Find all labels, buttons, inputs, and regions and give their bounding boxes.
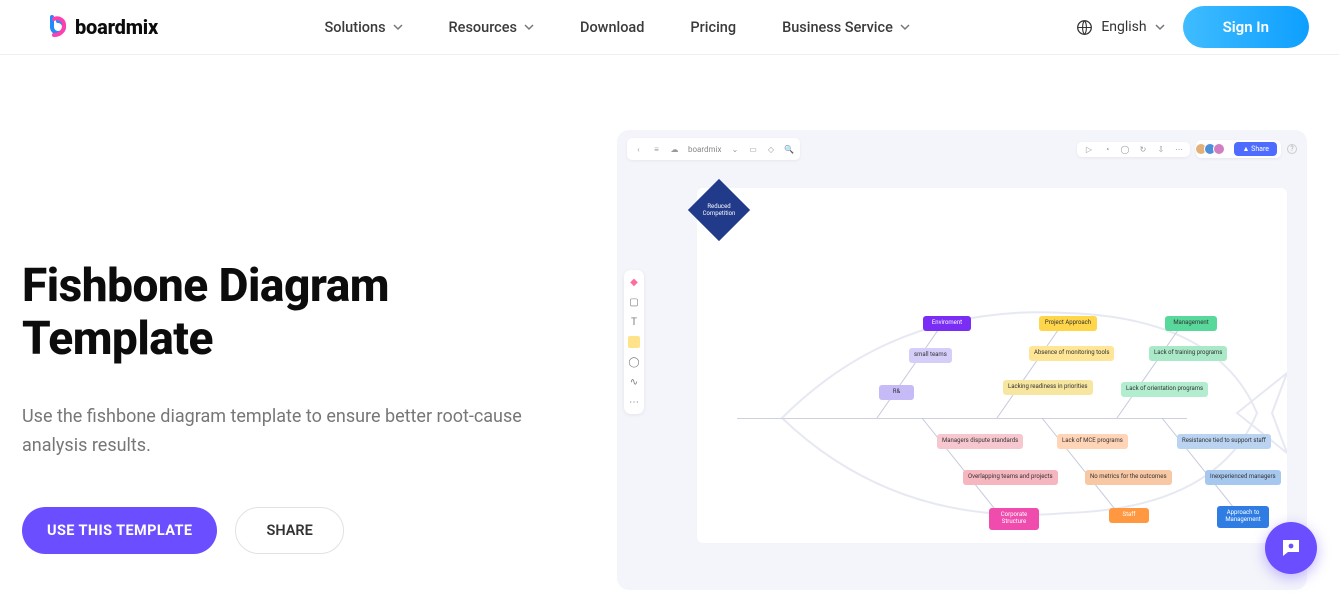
share-button[interactable]: SHARE	[235, 507, 343, 554]
language-selector[interactable]: English	[1076, 19, 1164, 36]
timer-icon[interactable]: ◔	[1102, 145, 1111, 154]
brand-name: boardmix	[75, 15, 158, 39]
signin-button[interactable]: Sign In	[1183, 6, 1309, 48]
header-right: English Sign In	[1076, 6, 1309, 48]
hero-section: Fishbone Diagram Template Use the fishbo…	[0, 55, 1339, 590]
nav-pricing-label: Pricing	[690, 19, 736, 36]
menu-icon[interactable]: ≡	[652, 145, 661, 154]
collaborator-avatars	[1198, 143, 1225, 155]
page-title: Fishbone Diagram Template	[22, 260, 577, 366]
fishbone-cause: R&	[879, 385, 914, 400]
template-preview: ‹ ≡ ☁ boardmix ⌄ ▭ ◇ 🔍 ▷ ◔ ◯ ↻ ⇩	[617, 130, 1307, 590]
text-tool-icon[interactable]: T	[628, 316, 640, 328]
fishbone-cause: Lacking readiness in priorities	[1003, 380, 1093, 395]
page-description: Use the fishbone diagram template to ens…	[22, 402, 577, 461]
fishbone-cause: Overlapping teams and projects	[963, 470, 1058, 485]
help-icon[interactable]: ?	[1287, 144, 1297, 154]
frame-icon[interactable]: ▭	[748, 145, 757, 154]
back-icon[interactable]: ‹	[634, 145, 643, 154]
sticky-tool-icon[interactable]	[628, 336, 640, 348]
fishbone-category: Approach to Management	[1217, 506, 1269, 528]
chevron-down-icon	[1155, 22, 1165, 32]
nav-business[interactable]: Business Service	[782, 19, 910, 36]
more-icon[interactable]: ⋯	[1174, 145, 1183, 154]
shape-tool-icon[interactable]: ◯	[628, 356, 640, 368]
fishbone-cause: Inexperienced managers	[1205, 470, 1281, 485]
chat-fab[interactable]	[1265, 522, 1317, 574]
fishbone-cause: small teams	[909, 348, 952, 363]
more-tools-icon[interactable]: ⋯	[628, 396, 640, 408]
preview-top-bar: ‹ ≡ ☁ boardmix ⌄ ▭ ◇ 🔍 ▷ ◔ ◯ ↻ ⇩	[617, 138, 1307, 160]
nav-business-label: Business Service	[782, 19, 893, 36]
site-header: boardmix Solutions Resources Download Pr…	[0, 0, 1339, 55]
cloud-icon: ☁	[670, 145, 679, 154]
play-icon[interactable]: ▷	[1084, 145, 1093, 154]
chat-bubble-icon	[1279, 536, 1303, 560]
fishbone-cause: Lack of orientation programs	[1121, 382, 1208, 397]
fishbone-cause: No metrics for the outcomes	[1085, 470, 1172, 485]
nav-resources-label: Resources	[449, 19, 517, 36]
language-label: English	[1101, 19, 1146, 35]
globe-icon	[1076, 19, 1093, 36]
history-icon[interactable]: ↻	[1138, 145, 1147, 154]
preview-collab: ▲ Share	[1196, 140, 1281, 158]
nav-solutions-label: Solutions	[324, 19, 385, 36]
nav-resources[interactable]: Resources	[449, 19, 534, 36]
avatar	[1213, 143, 1225, 155]
nav-solutions[interactable]: Solutions	[324, 19, 402, 36]
fish-outline	[697, 188, 1287, 543]
preview-toolbar-right: ▷ ◔ ◯ ↻ ⇩ ⋯	[1077, 142, 1190, 157]
chevron-down-icon[interactable]: ⌄	[730, 145, 739, 154]
boardmix-logo-icon	[45, 15, 69, 39]
chevron-down-icon	[393, 22, 403, 32]
nav-pricing[interactable]: Pricing	[690, 19, 736, 36]
fishbone-category: Project Approach	[1039, 316, 1097, 331]
brand-logo[interactable]: boardmix	[45, 15, 158, 39]
chevron-down-icon	[900, 22, 910, 32]
hero-copy: Fishbone Diagram Template Use the fishbo…	[22, 130, 577, 590]
chat-icon[interactable]: ◯	[1120, 145, 1129, 154]
fishbone-cause: Managers dispute standards	[937, 434, 1023, 449]
fishbone-cause: Absence of monitoring tools	[1029, 346, 1114, 361]
preview-toolbar-left: ‹ ≡ ☁ boardmix ⌄ ▭ ◇ 🔍	[627, 138, 800, 160]
use-template-button[interactable]: USE THIS TEMPLATE	[22, 507, 217, 554]
connector-tool-icon[interactable]: ∿	[628, 376, 640, 388]
export-icon[interactable]: ⇩	[1156, 145, 1165, 154]
fishbone-cause: Resistance tied to support staff	[1177, 434, 1271, 449]
search-icon[interactable]: 🔍	[784, 145, 793, 154]
tag-icon[interactable]: ◇	[766, 145, 775, 154]
chevron-down-icon	[524, 22, 534, 32]
preview-doc-title: boardmix	[688, 145, 721, 154]
top-nav: Solutions Resources Download Pricing Bus…	[158, 19, 1076, 36]
fishbone-cause: Lack of MCE programs	[1057, 434, 1128, 449]
nav-download-label: Download	[580, 19, 644, 36]
fishbone-category: Staff	[1109, 508, 1149, 523]
fish-spine	[737, 418, 1187, 419]
preview-canvas: Reduced Competition Enviroment Project A…	[697, 188, 1287, 543]
frame-tool-icon[interactable]: ▢	[628, 296, 640, 308]
fishbone-category: Corporate Structure	[989, 508, 1039, 530]
cursor-tool-icon[interactable]: ◆	[628, 276, 640, 288]
fishbone-category: Enviroment	[923, 316, 971, 331]
fishbone-cause: Lack of training programs	[1149, 346, 1227, 361]
fishbone-category: Management	[1165, 316, 1217, 331]
nav-download[interactable]: Download	[580, 19, 644, 36]
preview-share-button[interactable]: ▲ Share	[1234, 142, 1277, 156]
cta-row: USE THIS TEMPLATE SHARE	[22, 507, 577, 554]
preview-side-toolbar: ◆ ▢ T ◯ ∿ ⋯	[624, 270, 644, 414]
